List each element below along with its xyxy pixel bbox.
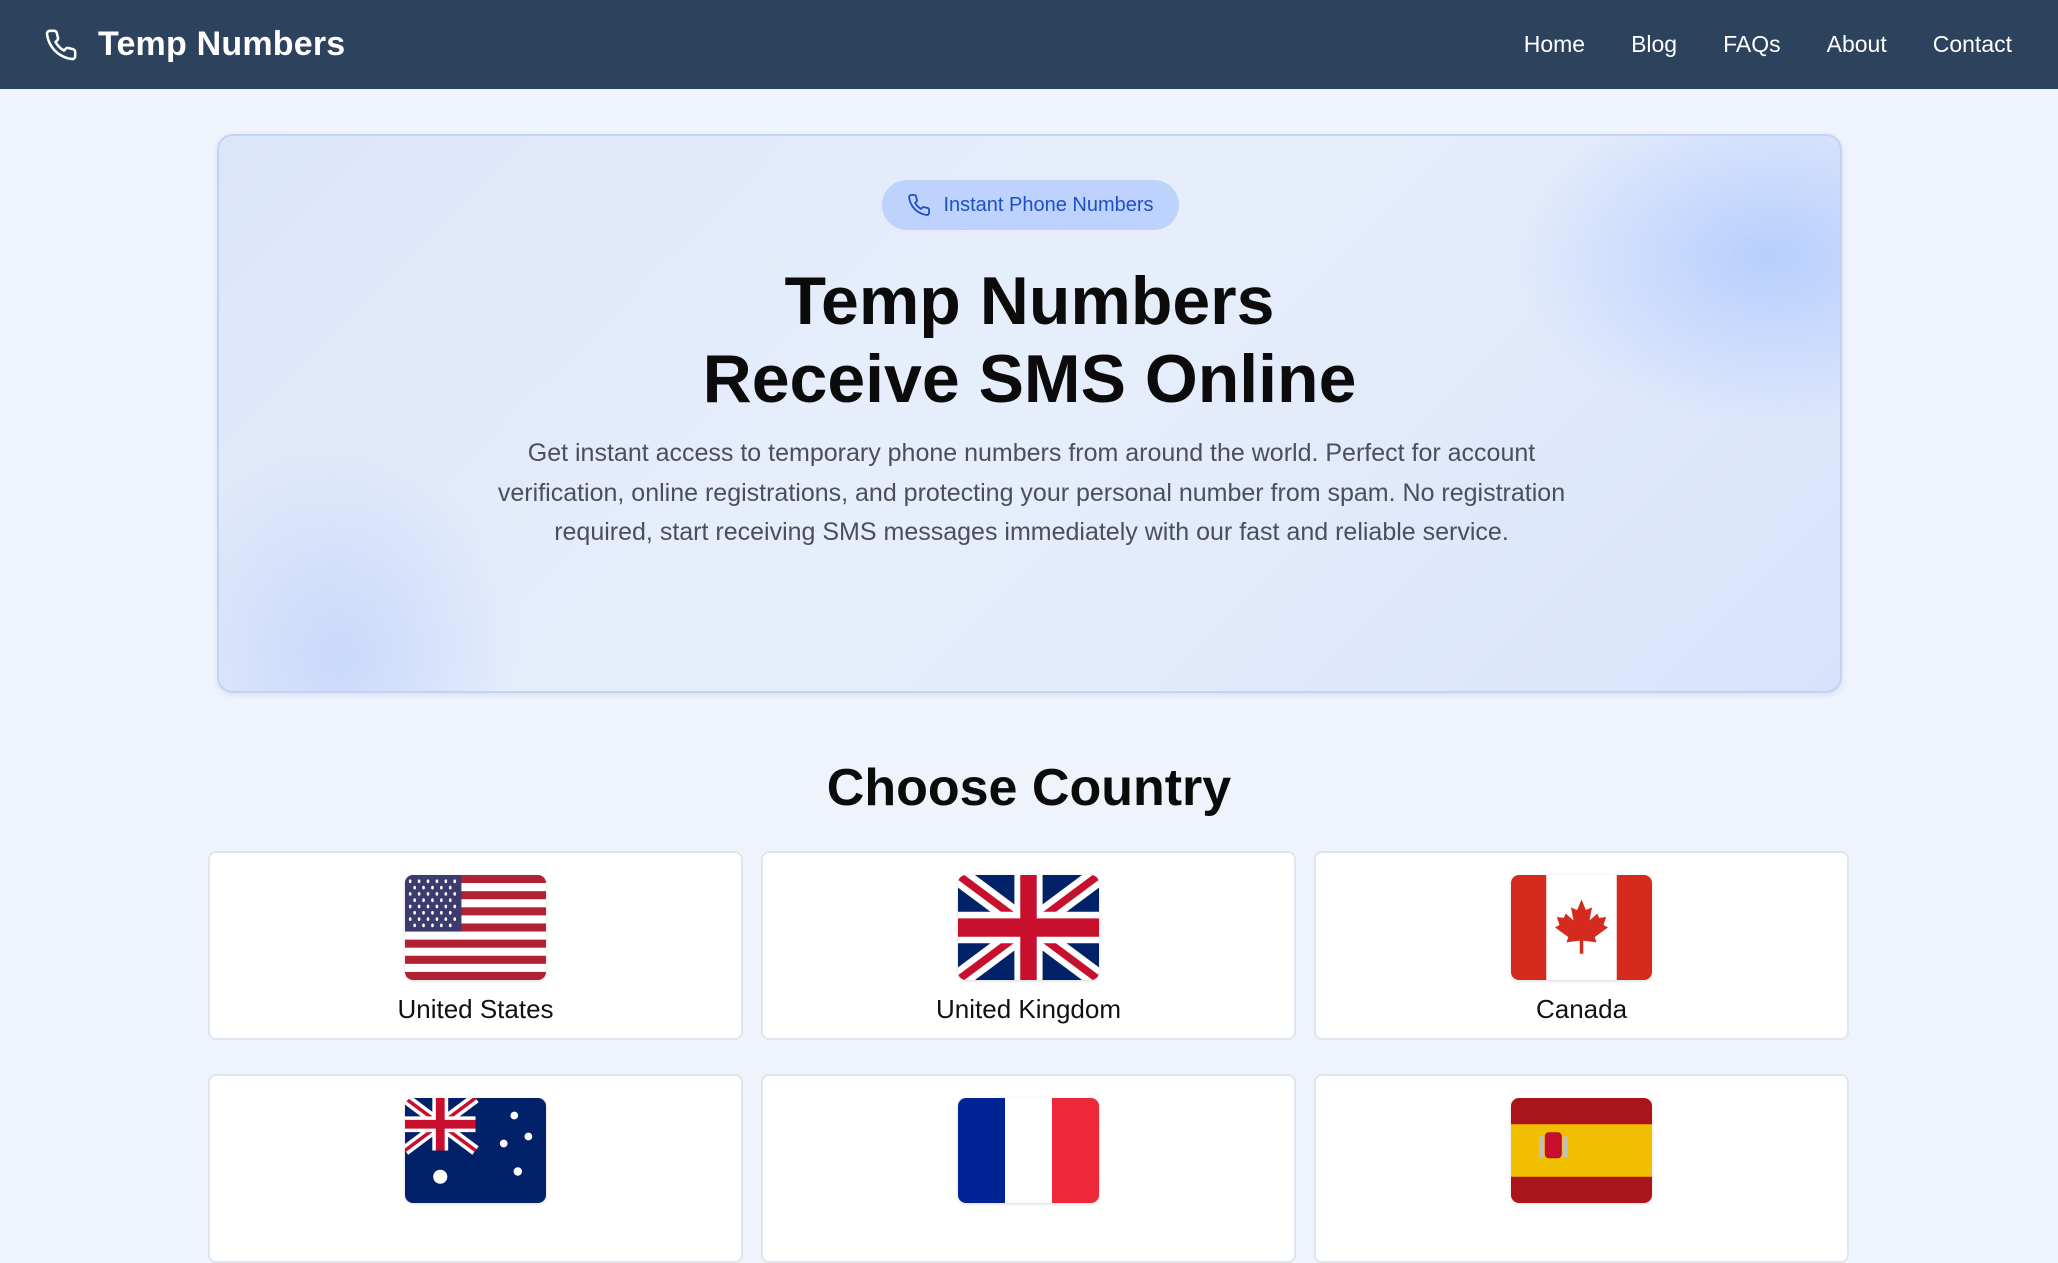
nav-link-contact[interactable]: Contact [1933,31,2012,58]
nav-link-about[interactable]: About [1827,31,1887,58]
nav-link-home[interactable]: Home [1524,31,1585,58]
country-name: Canada [1535,994,1628,1024]
phone-icon [45,29,77,60]
country-card-united-kingdom[interactable]: United Kingdom [761,851,1296,1040]
spain-flag-icon [1511,1098,1652,1203]
hero-badge: Instant Phone Numbers [882,180,1179,230]
country-name: United States [397,994,554,1024]
brand-name: Temp Numbers [98,25,346,63]
hero-title-line2: Receive SMS Online [702,341,1357,417]
uk-flag-icon [958,875,1099,980]
country-grid: United States United Kingdom Canada [208,851,1850,1263]
hero-description: Get instant access to temporary phone nu… [497,439,1566,546]
country-name: United Kingdom [936,994,1121,1024]
brand-link[interactable]: Temp Numbers [44,25,345,64]
phone-icon [908,194,931,216]
section-title: Choose Country [826,759,1232,817]
us-flag-icon [405,875,546,980]
nav-link-blog[interactable]: Blog [1631,31,1677,58]
country-card-united-states[interactable]: United States [208,851,743,1040]
hero-card: Instant Phone Numbers Temp Numbers Recei… [217,134,1842,693]
nav-link-faqs[interactable]: FAQs [1723,31,1781,58]
main-nav: Home Blog FAQs About Contact [1524,31,2012,58]
top-navbar: Temp Numbers Home Blog FAQs About Contac… [0,0,2058,89]
australia-flag-icon [405,1098,546,1203]
canada-flag-icon [1511,875,1652,980]
country-card-canada[interactable]: Canada [1314,851,1849,1040]
hero-title: Temp Numbers Receive SMS Online [219,262,1840,418]
hero-badge-label: Instant Phone Numbers [943,193,1154,216]
hero-title-line1: Temp Numbers [784,263,1275,339]
france-flag-icon [958,1098,1099,1203]
